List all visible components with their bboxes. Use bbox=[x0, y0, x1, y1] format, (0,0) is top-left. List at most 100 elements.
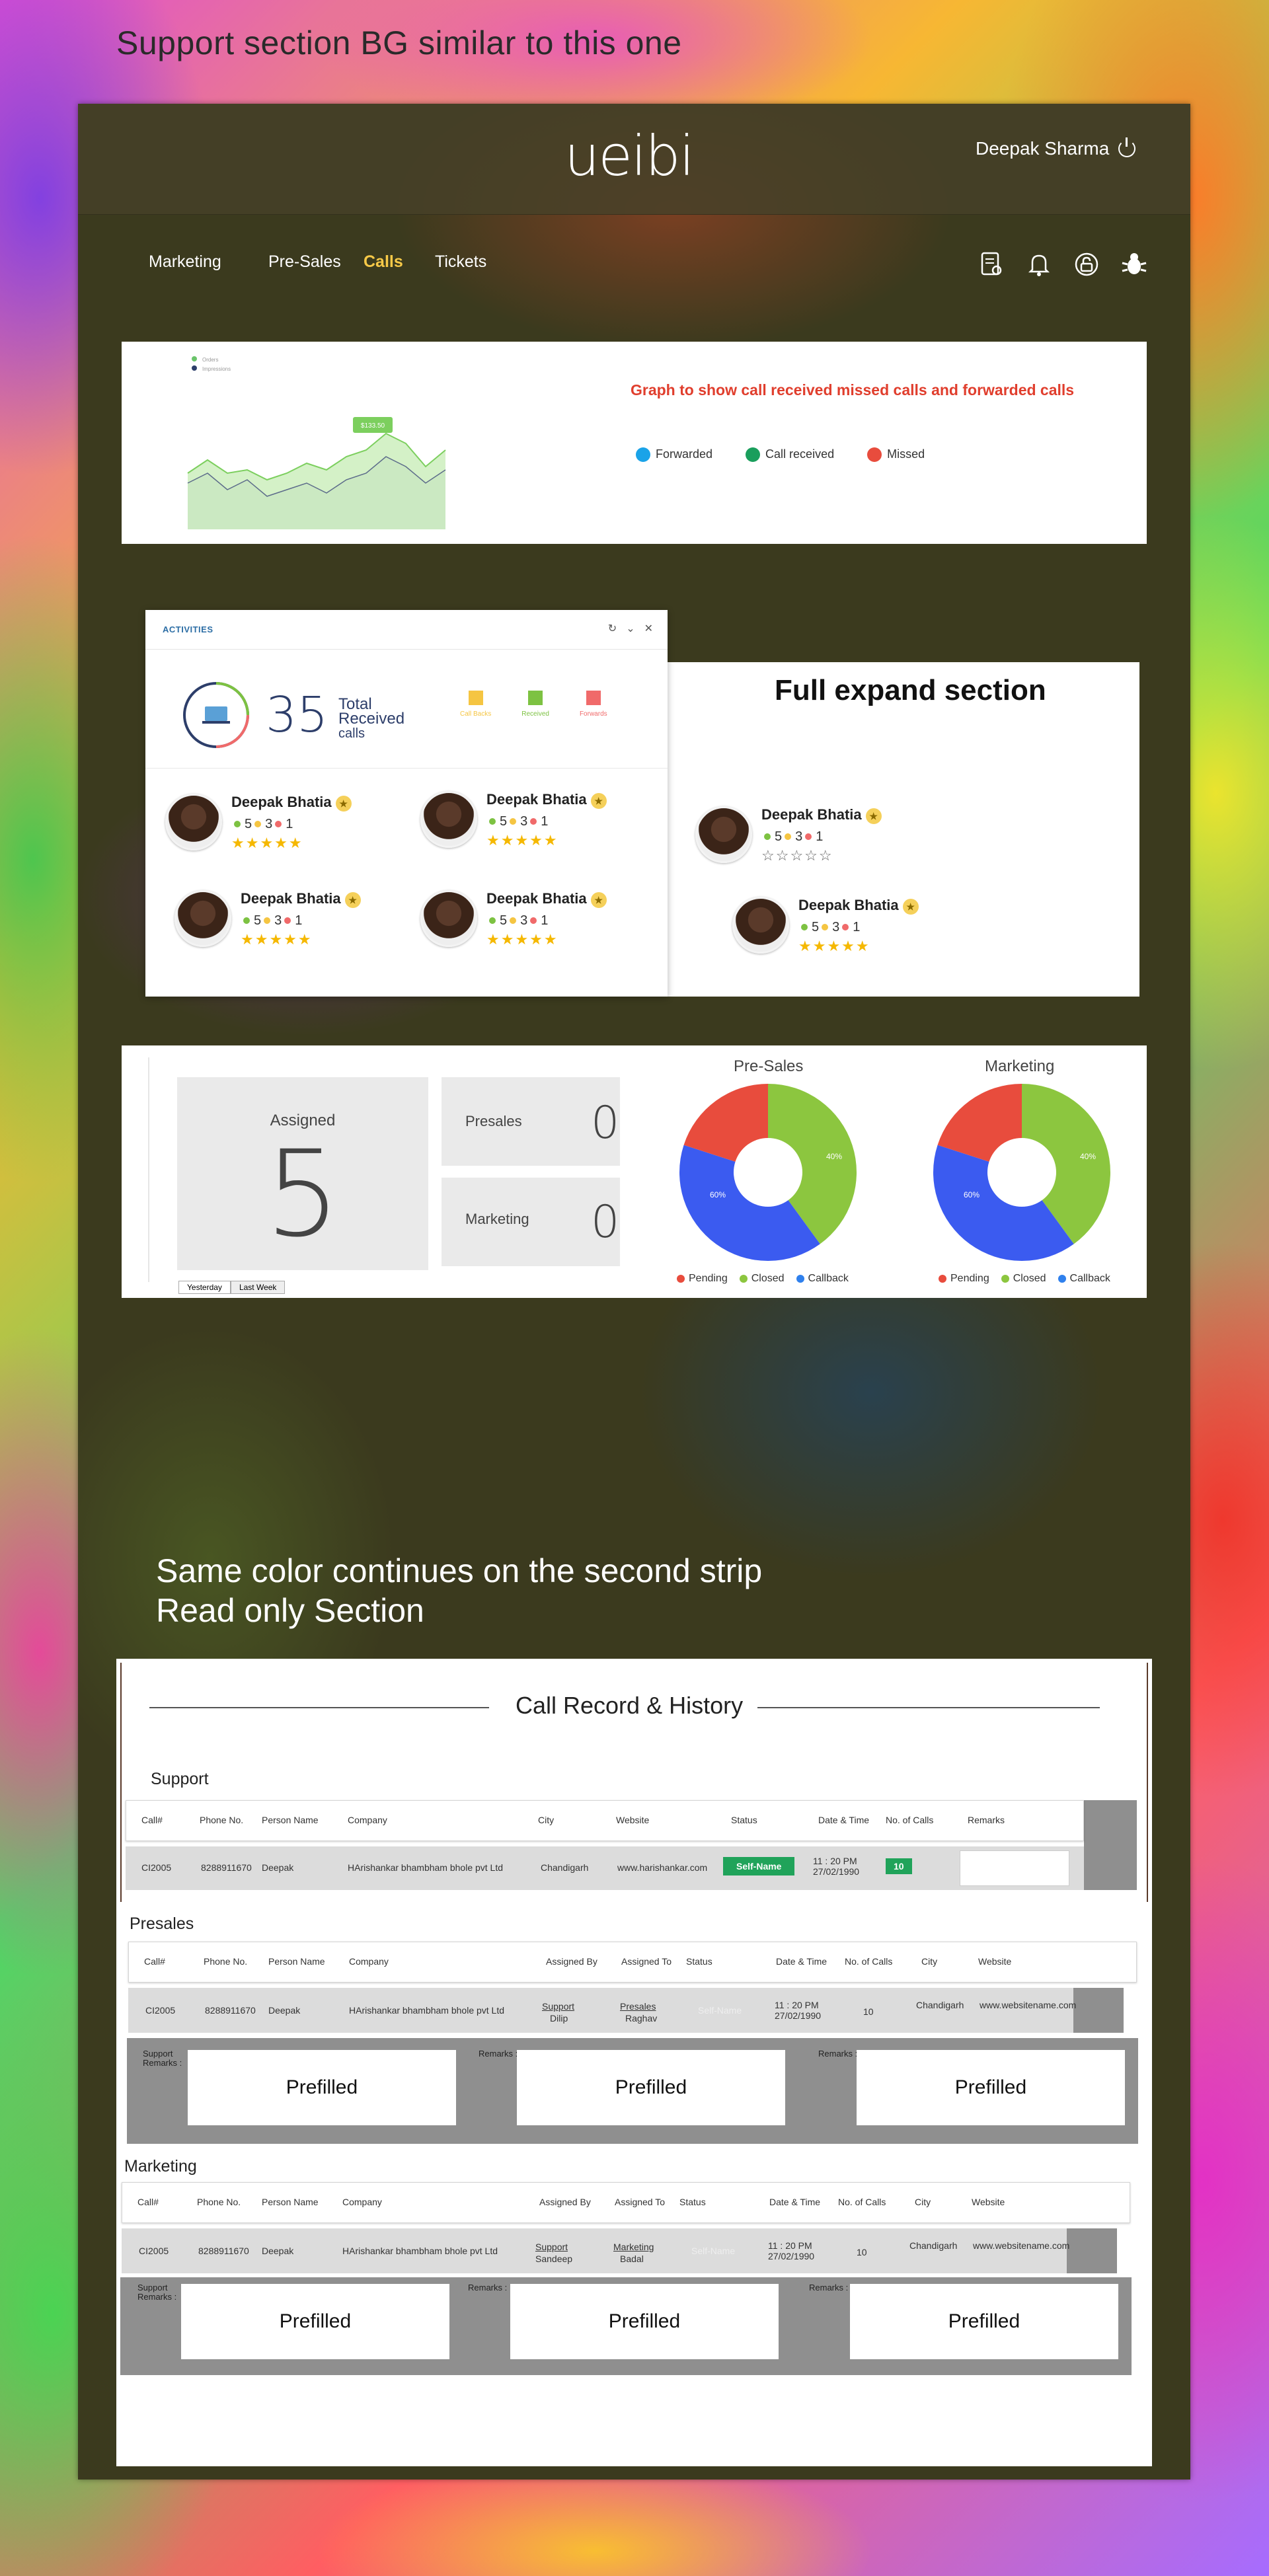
stats-card: Assigned 5 Presales 0 Marketing 0 Yester… bbox=[122, 1045, 1147, 1298]
total-count: 35 bbox=[266, 687, 328, 743]
avatar bbox=[420, 890, 477, 947]
star-badge-icon: ★ bbox=[590, 892, 607, 908]
marketing-section-label: Marketing bbox=[124, 2157, 197, 2176]
star-badge-icon: ★ bbox=[335, 796, 352, 812]
remark-field[interactable]: Prefilled bbox=[510, 2284, 779, 2359]
marketing-remarks: Support Remarks : Prefilled Remarks : Pr… bbox=[120, 2277, 1132, 2375]
activities-header: ACTIVITIES ↻ ⌄ ✕ bbox=[145, 610, 668, 650]
nav-marketing[interactable]: Marketing bbox=[149, 252, 221, 272]
user-menu[interactable]: Deepak Sharma bbox=[976, 137, 1136, 159]
history-title: Call Record & History bbox=[516, 1692, 744, 1719]
call-counts: 531 bbox=[761, 829, 882, 845]
main-nav: Marketing Pre-Sales Calls Tickets bbox=[78, 245, 1190, 284]
remark-field[interactable]: Prefilled bbox=[181, 2284, 449, 2359]
legend-call-received: Call received bbox=[746, 447, 834, 463]
call-history-panel: Call Record & History Support Call# Phon… bbox=[116, 1659, 1152, 2466]
user-name: Deepak Sharma bbox=[976, 138, 1110, 159]
pie-data-label: 40% bbox=[1080, 1152, 1096, 1161]
lock-icon[interactable] bbox=[1072, 250, 1101, 279]
expand-person-card[interactable]: Deepak Bhatia ★ 531 ☆☆☆☆☆ bbox=[695, 806, 882, 864]
presales-section-label: Presales bbox=[130, 1914, 194, 1933]
legend-forwarded: Forwarded bbox=[636, 447, 712, 463]
legend-callback: Callback bbox=[796, 1273, 849, 1285]
star-badge-icon: ★ bbox=[902, 899, 919, 915]
nav-icons bbox=[977, 250, 1149, 279]
person-name: Deepak Bhatia bbox=[486, 791, 587, 808]
status-badge: Self-Name bbox=[723, 1857, 795, 1875]
remarks-field[interactable] bbox=[960, 1850, 1069, 1886]
pie-legend: Pending Closed Callback bbox=[939, 1273, 1110, 1285]
marketing-pie: 40% 60% bbox=[933, 1084, 1110, 1261]
activity-person-card[interactable]: Deepak Bhatia ★ 531 ★★★★★ bbox=[165, 794, 352, 852]
avatar bbox=[174, 890, 231, 947]
call-counts: 531 bbox=[241, 913, 361, 928]
call-counts: 531 bbox=[231, 817, 352, 832]
activity-person-card[interactable]: Deepak Bhatia ★ 531 ★★★★★ bbox=[420, 791, 607, 849]
key-received: Received bbox=[521, 691, 549, 718]
activity-person-card[interactable]: Deepak Bhatia ★ 531 ★★★★★ bbox=[174, 890, 361, 948]
strip-note: Same color continues on the second strip… bbox=[156, 1552, 763, 1629]
presales-label: Presales bbox=[465, 1113, 522, 1129]
remark-field[interactable]: Prefilled bbox=[517, 2050, 785, 2125]
expand-person-card[interactable]: Deepak Bhatia ★ 531 ★★★★★ bbox=[732, 897, 919, 955]
call-counts: 531 bbox=[798, 920, 919, 935]
chart-tooltip: $133.50 bbox=[361, 422, 385, 430]
pie-legend: Pending Closed Callback bbox=[677, 1273, 849, 1285]
period-tabs: Yesterday Last Week bbox=[178, 1281, 286, 1294]
person-name: Deepak Bhatia bbox=[241, 890, 341, 907]
pie-title: Marketing bbox=[985, 1057, 1055, 1075]
power-icon[interactable] bbox=[1118, 137, 1136, 157]
tab-yesterday[interactable]: Yesterday bbox=[178, 1281, 231, 1294]
activities-widget: ACTIVITIES ↻ ⌄ ✕ 35 Total Received calls bbox=[145, 610, 668, 997]
nav-presales[interactable]: Pre-Sales bbox=[268, 252, 341, 272]
bug-icon[interactable] bbox=[1120, 250, 1149, 279]
presales-remarks: Support Remarks : Prefilled Remarks : Pr… bbox=[127, 2038, 1138, 2144]
legend-closed: Closed bbox=[739, 1273, 785, 1285]
remark-field[interactable]: Prefilled bbox=[188, 2050, 456, 2125]
person-name: Deepak Bhatia bbox=[761, 806, 862, 823]
remark-field[interactable]: Prefilled bbox=[857, 2050, 1125, 2125]
remark-field[interactable]: Prefilled bbox=[850, 2284, 1118, 2359]
refresh-icon[interactable]: ↻ bbox=[608, 622, 617, 635]
full-expand-panel: Full expand section Deepak Bhatia ★ 531 ☆… bbox=[662, 662, 1139, 997]
calls-badge: 10 bbox=[886, 1858, 912, 1874]
nav-tickets[interactable]: Tickets bbox=[435, 252, 486, 272]
avatar bbox=[732, 897, 789, 954]
rating-stars: ★★★★★ bbox=[231, 835, 303, 851]
summary-ring bbox=[183, 682, 249, 748]
marketing-tile: Marketing 0 bbox=[442, 1178, 620, 1266]
chevron-down-icon[interactable]: ⌄ bbox=[626, 622, 634, 635]
pie-data-label: 60% bbox=[964, 1190, 980, 1199]
tab-last-week[interactable]: Last Week bbox=[230, 1281, 286, 1294]
rating-stars: ★★★★★ bbox=[486, 931, 558, 948]
person-name: Deepak Bhatia bbox=[798, 897, 899, 913]
pie-data-label: 40% bbox=[826, 1152, 842, 1161]
total-label: Total Received calls bbox=[338, 695, 405, 741]
pie-data-label: 60% bbox=[710, 1190, 726, 1199]
key-forwards: Forwards bbox=[580, 691, 607, 718]
avatar bbox=[420, 791, 477, 848]
marketing-label: Marketing bbox=[465, 1211, 529, 1227]
legend-impressions: Impressions bbox=[202, 366, 231, 372]
legend-callback: Callback bbox=[1058, 1273, 1110, 1285]
legend-orders: Orders bbox=[202, 357, 218, 363]
rating-stars: ★★★★★ bbox=[798, 938, 870, 954]
app-frame: ueibi Deepak Sharma Marketing Pre-Sales … bbox=[78, 104, 1190, 2480]
nav-calls[interactable]: Calls bbox=[364, 252, 403, 272]
support-section-label: Support bbox=[151, 1770, 209, 1788]
presales-pie: 40% 60% bbox=[679, 1084, 857, 1261]
logo: ueibi bbox=[564, 124, 695, 188]
star-badge-icon: ★ bbox=[344, 892, 361, 908]
marketing-value: 0 bbox=[591, 1196, 620, 1248]
report-icon[interactable] bbox=[977, 250, 1006, 279]
presales-tile: Presales 0 bbox=[442, 1077, 620, 1166]
bell-icon[interactable] bbox=[1024, 250, 1054, 279]
status-keys: Call Backs Received Forwards bbox=[460, 691, 607, 718]
area-chart: Orders Impressions $133.50 bbox=[187, 356, 446, 529]
rating-stars: ★★★★★ bbox=[241, 931, 313, 948]
activity-person-card[interactable]: Deepak Bhatia ★ 531 ★★★★★ bbox=[420, 890, 607, 948]
close-icon[interactable]: ✕ bbox=[644, 622, 653, 635]
call-counts: 531 bbox=[486, 814, 607, 829]
star-badge-icon: ★ bbox=[865, 808, 882, 824]
legend-pending: Pending bbox=[677, 1273, 728, 1285]
